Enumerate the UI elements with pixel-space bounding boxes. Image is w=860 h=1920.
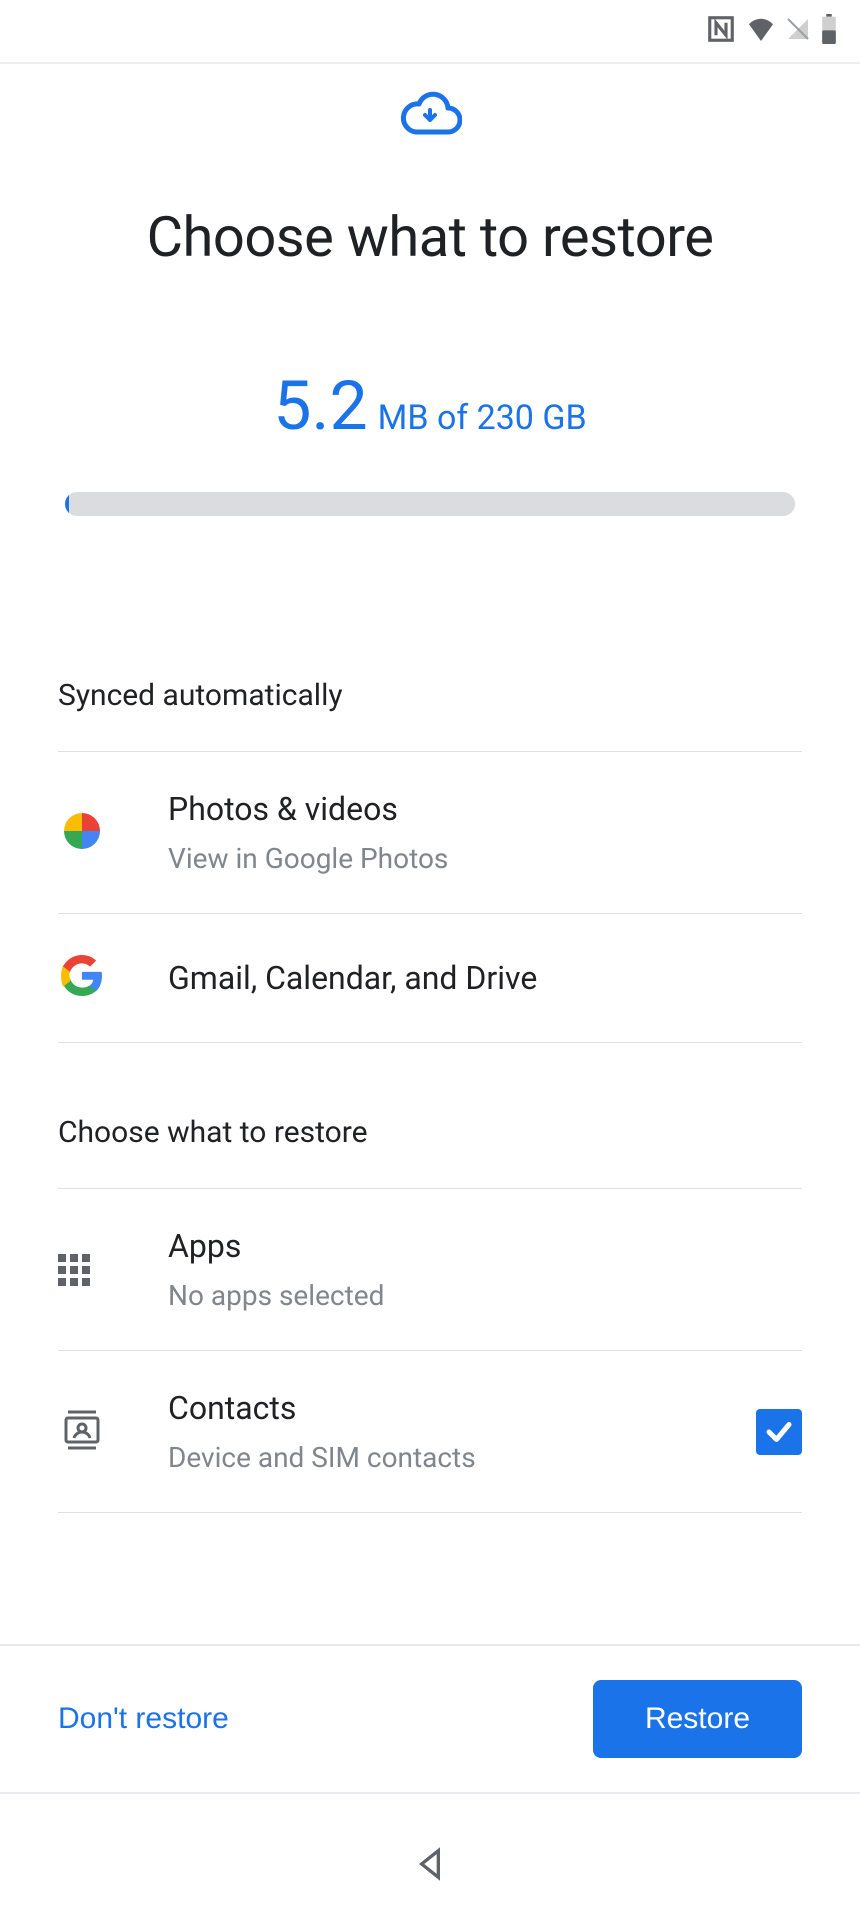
navigation-bar (0, 1812, 860, 1920)
apps-row-sub: No apps selected (168, 1279, 802, 1312)
google-services-row[interactable]: Gmail, Calendar, and Drive (58, 913, 802, 1043)
status-bar (0, 0, 860, 64)
contacts-row-title: Contacts (168, 1389, 756, 1427)
contacts-checkbox[interactable] (756, 1409, 802, 1455)
contacts-row-sub: Device and SIM contacts (168, 1441, 756, 1474)
back-icon[interactable] (410, 1844, 450, 1888)
footer: Don't restore Restore (0, 1644, 860, 1794)
storage-total-label: MB of 230 GB (378, 398, 587, 438)
storage-usage: 5.2 MB of 230 GB (0, 372, 860, 440)
contacts-icon (58, 1406, 106, 1458)
apps-row[interactable]: Apps No apps selected (58, 1188, 802, 1350)
google-g-icon (58, 952, 106, 1004)
apps-row-title: Apps (168, 1227, 802, 1265)
wifi-icon (746, 17, 776, 45)
battery-icon (820, 14, 838, 48)
apps-icon (58, 1254, 90, 1286)
storage-progress-bar (65, 492, 795, 516)
storage-used-value: 5.2 (273, 366, 367, 446)
contacts-row[interactable]: Contacts Device and SIM contacts (58, 1350, 802, 1513)
photos-videos-row[interactable]: Photos & videos View in Google Photos (58, 751, 802, 913)
photos-row-title: Photos & videos (168, 790, 802, 828)
google-photos-icon (58, 807, 106, 859)
nfc-icon (706, 14, 736, 48)
no-signal-icon (786, 17, 810, 45)
google-row-title: Gmail, Calendar, and Drive (168, 959, 802, 997)
cloud-download-icon (0, 88, 860, 136)
page-title: Choose what to restore (0, 204, 860, 270)
choose-section-header: Choose what to restore (58, 1115, 802, 1150)
dont-restore-button[interactable]: Don't restore (58, 1702, 229, 1736)
photos-row-sub: View in Google Photos (168, 842, 802, 875)
synced-section-header: Synced automatically (58, 678, 802, 713)
restore-button[interactable]: Restore (593, 1680, 802, 1758)
